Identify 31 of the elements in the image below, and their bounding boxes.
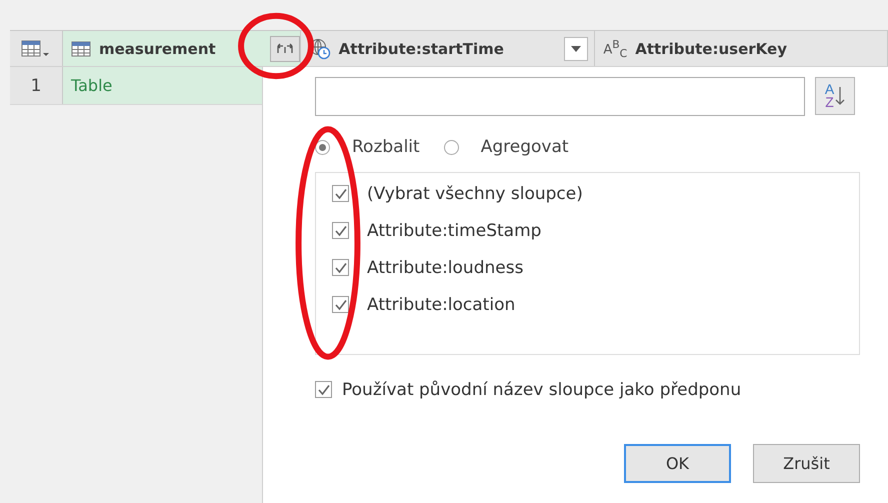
table-icon: [70, 40, 91, 56]
search-field[interactable]: [315, 77, 805, 116]
column-checkbox[interactable]: (Vybrat všechny sloupce): [332, 181, 843, 206]
radio-option[interactable]: Rozbalit: [315, 136, 420, 158]
expand-arrows-icon: [276, 42, 294, 54]
expand-column-button[interactable]: [270, 36, 300, 62]
column-name: Attribute:startTime: [338, 40, 504, 58]
ok-button[interactable]: OK: [624, 444, 731, 483]
column-header[interactable]: Attribute:startTime: [300, 31, 596, 66]
check-icon: [316, 384, 330, 396]
check-icon: [334, 262, 348, 274]
table-cell[interactable]: Table: [63, 67, 262, 104]
caret-icon: [571, 46, 582, 52]
check-icon: [334, 298, 348, 310]
row-number: 1: [10, 67, 63, 104]
column-checkbox[interactable]: Attribute:location: [332, 292, 843, 317]
down-arrow-icon: [835, 86, 846, 106]
column-name: measurement: [98, 40, 216, 58]
cancel-button[interactable]: Zrušit: [753, 444, 860, 483]
check-icon: [334, 188, 348, 200]
column-header[interactable]: measurement: [62, 31, 301, 66]
column-checkbox[interactable]: Attribute:timeStamp: [332, 218, 843, 243]
radio-option[interactable]: Agregovat: [444, 136, 569, 158]
table-icon: [20, 38, 51, 58]
column-header[interactable]: A$^{B}$$_{C}$ Attribute:userKey: [595, 31, 888, 66]
prefix-checkbox[interactable]: Používat původní název sloupce jako předponu: [315, 377, 860, 402]
column-dropdown-button[interactable]: [564, 36, 588, 60]
check-icon: [334, 224, 348, 236]
column-name: Attribute:userKey: [635, 40, 787, 58]
sort-button[interactable]: A Z: [815, 77, 855, 115]
column-checkbox[interactable]: Attribute:loudness: [332, 255, 843, 280]
